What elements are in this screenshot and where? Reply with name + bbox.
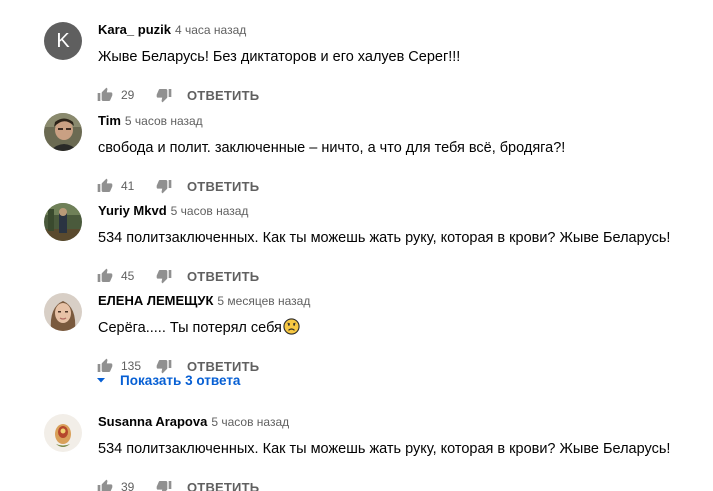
comment-header: Susanna Arapova 5 часов назад xyxy=(98,414,289,430)
comment-time[interactable]: 5 часов назад xyxy=(171,204,249,218)
like-count: 39 xyxy=(121,480,135,491)
thumbs-up-icon[interactable] xyxy=(97,268,113,284)
comment-author[interactable]: Tim xyxy=(98,113,121,128)
reply-button[interactable]: ОТВЕТИТЬ xyxy=(187,480,259,491)
comment-text-container: Серёга..... Ты потерял себя xyxy=(98,318,300,341)
comment-author[interactable]: Yuriy Mkvd xyxy=(98,203,167,218)
sad-face-emoji xyxy=(283,318,300,341)
avatar-letter: K xyxy=(44,22,82,60)
comment-author[interactable]: Susanna Arapova xyxy=(98,414,207,429)
comment-thread: Susanna Arapova 5 часов назад 534 политза… xyxy=(0,414,713,491)
caret-down-icon xyxy=(96,373,106,388)
comment-actions: 39 ОТВЕТИТЬ xyxy=(97,477,259,491)
comment-actions: 41 ОТВЕТИТЬ xyxy=(97,176,259,196)
like-count: 29 xyxy=(121,88,135,102)
show-replies-label: Показать 3 ответа xyxy=(120,372,241,388)
thumbs-up-icon[interactable] xyxy=(97,479,113,491)
comment-time[interactable]: 5 месяцев назад xyxy=(217,294,310,308)
comment-text: 534 политзаключенных. Как ты можешь жать… xyxy=(98,441,671,457)
woman-photo-icon xyxy=(44,293,82,331)
comment-thread: K Kara_ puzik 4 часа назад Жыве Беларусь!… xyxy=(0,22,713,105)
like-count: 45 xyxy=(121,269,135,283)
comment-author[interactable]: Kara_ puzik xyxy=(98,22,171,37)
comment-thread: Yuriy Mkvd 5 часов назад 534 политзаключе… xyxy=(0,203,713,286)
comment-header: ЕЛЕНА ЛЕМЕЩУК 5 месяцев назад xyxy=(98,293,310,309)
comment-text: Жыве Беларусь! Без диктаторов и его халу… xyxy=(98,49,461,65)
thumbs-down-icon[interactable] xyxy=(156,178,172,194)
reply-button[interactable]: ОТВЕТИТЬ xyxy=(187,179,259,194)
comment-text: Серёга..... Ты потерял себя xyxy=(98,320,282,336)
comment-text: свобода и полит. заключенные – ничто, а … xyxy=(98,140,566,156)
comment-header: Kara_ puzik 4 часа назад xyxy=(98,22,246,38)
comment-text: 534 политзаключенных. Как ты можешь жать… xyxy=(98,230,671,246)
flower-avatar-icon xyxy=(44,414,82,452)
reply-button[interactable]: ОТВЕТИТЬ xyxy=(187,269,259,284)
thumbs-up-icon[interactable] xyxy=(97,178,113,194)
avatar[interactable] xyxy=(44,414,82,452)
comment-actions: 45 ОТВЕТИТЬ xyxy=(97,266,259,286)
comment-thread: ЕЛЕНА ЛЕМЕЩУК 5 месяцев назад Серёга.....… xyxy=(0,293,713,374)
comments-section: K Kara_ puzik 4 часа назад Жыве Беларусь!… xyxy=(0,0,713,491)
comment-author[interactable]: ЕЛЕНА ЛЕМЕЩУК xyxy=(98,293,213,308)
comment-time[interactable]: 4 часа назад xyxy=(175,23,246,37)
comment-time[interactable]: 5 часов назад xyxy=(211,415,289,429)
avatar[interactable] xyxy=(44,203,82,241)
thumbs-down-icon[interactable] xyxy=(156,87,172,103)
person-photo-icon xyxy=(44,113,82,151)
like-count: 41 xyxy=(121,179,135,193)
avatar[interactable] xyxy=(44,113,82,151)
thumbs-down-icon[interactable] xyxy=(156,268,172,284)
reply-button[interactable]: ОТВЕТИТЬ xyxy=(187,88,259,103)
thumbs-up-icon[interactable] xyxy=(97,87,113,103)
comment-thread: Tim 5 часов назад свобода и полит. заключ… xyxy=(0,113,713,196)
comment-time[interactable]: 5 часов назад xyxy=(125,114,203,128)
show-replies-button[interactable]: Показать 3 ответа xyxy=(96,371,240,389)
comment-header: Tim 5 часов назад xyxy=(98,113,203,129)
comment-actions: 29 ОТВЕТИТЬ xyxy=(97,85,259,105)
avatar[interactable]: K xyxy=(44,22,82,60)
avatar[interactable] xyxy=(44,293,82,331)
thumbs-down-icon[interactable] xyxy=(156,479,172,491)
outdoor-photo-icon xyxy=(44,203,82,241)
comment-header: Yuriy Mkvd 5 часов назад xyxy=(98,203,248,219)
